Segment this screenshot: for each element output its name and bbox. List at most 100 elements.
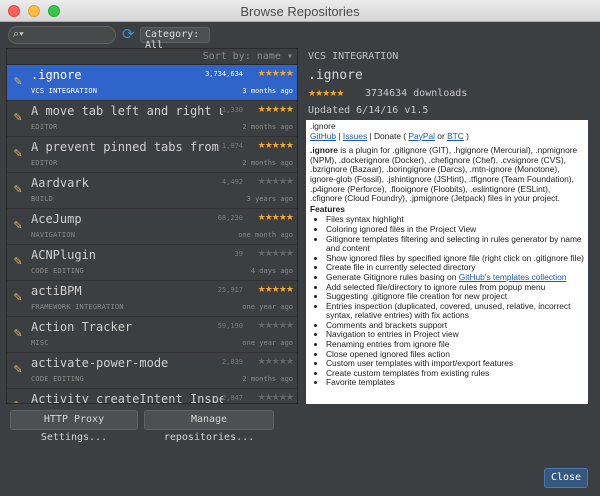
star-icon: ★ [278,176,287,186]
star-icon: ★ [264,212,273,222]
features-heading: Features [310,203,345,214]
plugin-date: one month ago [238,231,293,239]
star-icon: ★ [278,320,287,330]
search-input[interactable] [29,28,111,42]
star-icon: ★ [271,176,280,186]
feature-text: Create file in currently selected direct… [326,262,476,273]
star-icon: ★ [264,284,273,294]
detail-rating: ★★★★★ [308,88,344,99]
star-icon: ★ [285,248,294,258]
plugin-category: CODE EDITING [31,267,84,275]
star-icon: ★ [285,104,294,114]
intro-text: is a plugin for .gitignore (GIT), .hgign… [310,145,578,204]
close-button[interactable]: Close [544,468,588,488]
plugin-row[interactable]: ✎ A prevent pinned tabs from closin EDITOR… [7,137,297,173]
donate-text: | Donate ( [367,130,409,141]
plugin-category: NAVIGATION [31,231,76,239]
feature-text: Create custom templates from existing ru… [326,367,490,378]
star-icon: ★ [257,356,266,366]
plugin-icon: ✎ [11,399,25,403]
plugin-category: MISC [31,339,49,347]
plugin-date: 2 months ago [242,123,293,131]
plugin-date: 2 months ago [242,375,293,383]
btc-link[interactable]: BTC [447,131,464,141]
plugin-row[interactable]: ✎ AceJump NAVIGATION 68,230 ★★★★★ one month a… [7,209,297,245]
paypal-link[interactable]: PayPal [408,131,435,141]
star-icon: ★ [271,248,280,258]
star-icon: ★ [257,248,266,258]
plugin-detail-panel: VCS INTEGRATION .ignore ★★★★★ 3734634 do… [300,48,594,404]
feature-text: Show ignored files by specified ignore f… [326,252,584,263]
category-dropdown[interactable]: Category: All [140,27,210,51]
plugin-category: EDITOR [31,159,58,167]
plugin-row[interactable]: ✎ ACNPlugin CODE EDITING 39 ★★★★★ 4 days ago [7,245,297,281]
star-icon: ★ [257,104,266,114]
plugin-rating: ★★★★★ [258,140,294,151]
star-icon: ★ [285,356,294,366]
star-icon: ★ [285,284,294,294]
github-link[interactable]: GitHub [310,131,336,141]
plugin-rating: ★★★★★ [258,176,294,187]
plugin-category: EDITOR [31,123,58,131]
plugin-downloads: 68,230 [217,214,243,222]
plugin-name: A move tab left and right using t [31,104,223,118]
star-icon: ★ [264,320,273,330]
templates-collection-link[interactable]: GitHub's templates collection [459,272,567,282]
title-bar: Browse Repositories [0,0,600,22]
issues-link[interactable]: Issues [343,131,367,141]
feature-text: Suggesting .gitignore file creation for … [326,291,508,302]
star-icon: ★ [285,212,294,222]
star-icon: ★ [271,284,280,294]
plugin-name: activate-power-mode [31,356,169,370]
paren-close: ) [463,130,469,141]
detail-name: .ignore [308,68,363,83]
http-proxy-settings-button[interactable]: HTTP Proxy Settings... [10,410,138,443]
plugin-icon: ✎ [13,112,23,124]
plugin-row[interactable]: ✎ A move tab left and right using t EDITOR… [7,101,297,137]
feature-item: Favorite templates [326,378,584,388]
manage-repositories-button[interactable]: Manage repositories... [144,410,274,443]
feature-text: Navigation to entries in Project view [326,329,459,340]
plugin-rating: ★★★★★ [257,68,294,79]
star-icon: ★ [264,140,273,150]
plugin-icon: ✎ [13,364,23,376]
feature-item: Entries inspection (duplicated, covered,… [326,301,584,321]
star-icon: ★ [271,68,280,78]
star-icon: ★ [264,68,273,78]
detail-category: VCS INTEGRATION [308,51,399,62]
star-icon: ★ [278,248,287,258]
plugin-category: CODE EDITING [31,375,84,383]
star-icon: ★ [278,104,287,114]
plugin-icon: ✎ [13,292,23,304]
refresh-icon[interactable]: ⟳ [122,25,135,43]
sort-dropdown[interactable]: Sort by: name ▾ [7,49,297,64]
plugin-icon: ✎ [13,184,23,196]
plugin-downloads: 4,492 [221,178,243,186]
plugin-date: one year ago [242,339,293,347]
star-icon: ★ [264,104,273,114]
plugin-rating: ★★★★★ [257,356,294,367]
feature-text: Favorite templates [326,377,395,388]
plugin-category: VCS INTEGRATION [31,87,98,95]
star-icon: ★ [257,68,266,78]
star-icon: ★ [271,104,280,114]
feature-item: Gitignore templates filtering and select… [326,234,584,254]
plugin-row[interactable]: ✎ Action Tracker MISC 59,190 ★★★★★ one year a… [7,317,297,353]
plugin-row[interactable]: ✎ activate-power-mode CODE EDITING 2,839 ★★★… [7,353,297,389]
plugin-list[interactable]: Sort by: name ▾ ✎ .ignore VCS INTEGRATION 3… [6,48,298,404]
star-icon: ★ [271,392,280,402]
star-icon: ★ [271,140,280,150]
plugin-date: 2 months ago [242,159,293,167]
plugin-row[interactable]: ✎ actiBPM FRAMEWORK INTEGRATION 25,917 ★★★★★… [7,281,297,317]
plugin-row[interactable]: ✎Activity createIntent InspectionINSPECT… [7,389,297,403]
plugin-rating: ★★★★★ [257,104,294,115]
star-icon: ★ [257,284,266,294]
star-icon: ★ [271,212,280,222]
search-box[interactable]: ⌕▾ [8,26,116,44]
plugin-row[interactable]: ✎ Aardvark BUILD 4,492 ★★★★★ 3 years ago [7,173,297,209]
plugin-name: Aardvark [31,176,89,190]
plugin-row[interactable]: ✎ .ignore VCS INTEGRATION 3,734,634 ★★★★★ 3 m… [7,65,297,101]
plugin-name: AceJump [31,212,82,226]
star-icon: ★ [264,176,273,186]
star-icon: ★ [264,248,273,258]
